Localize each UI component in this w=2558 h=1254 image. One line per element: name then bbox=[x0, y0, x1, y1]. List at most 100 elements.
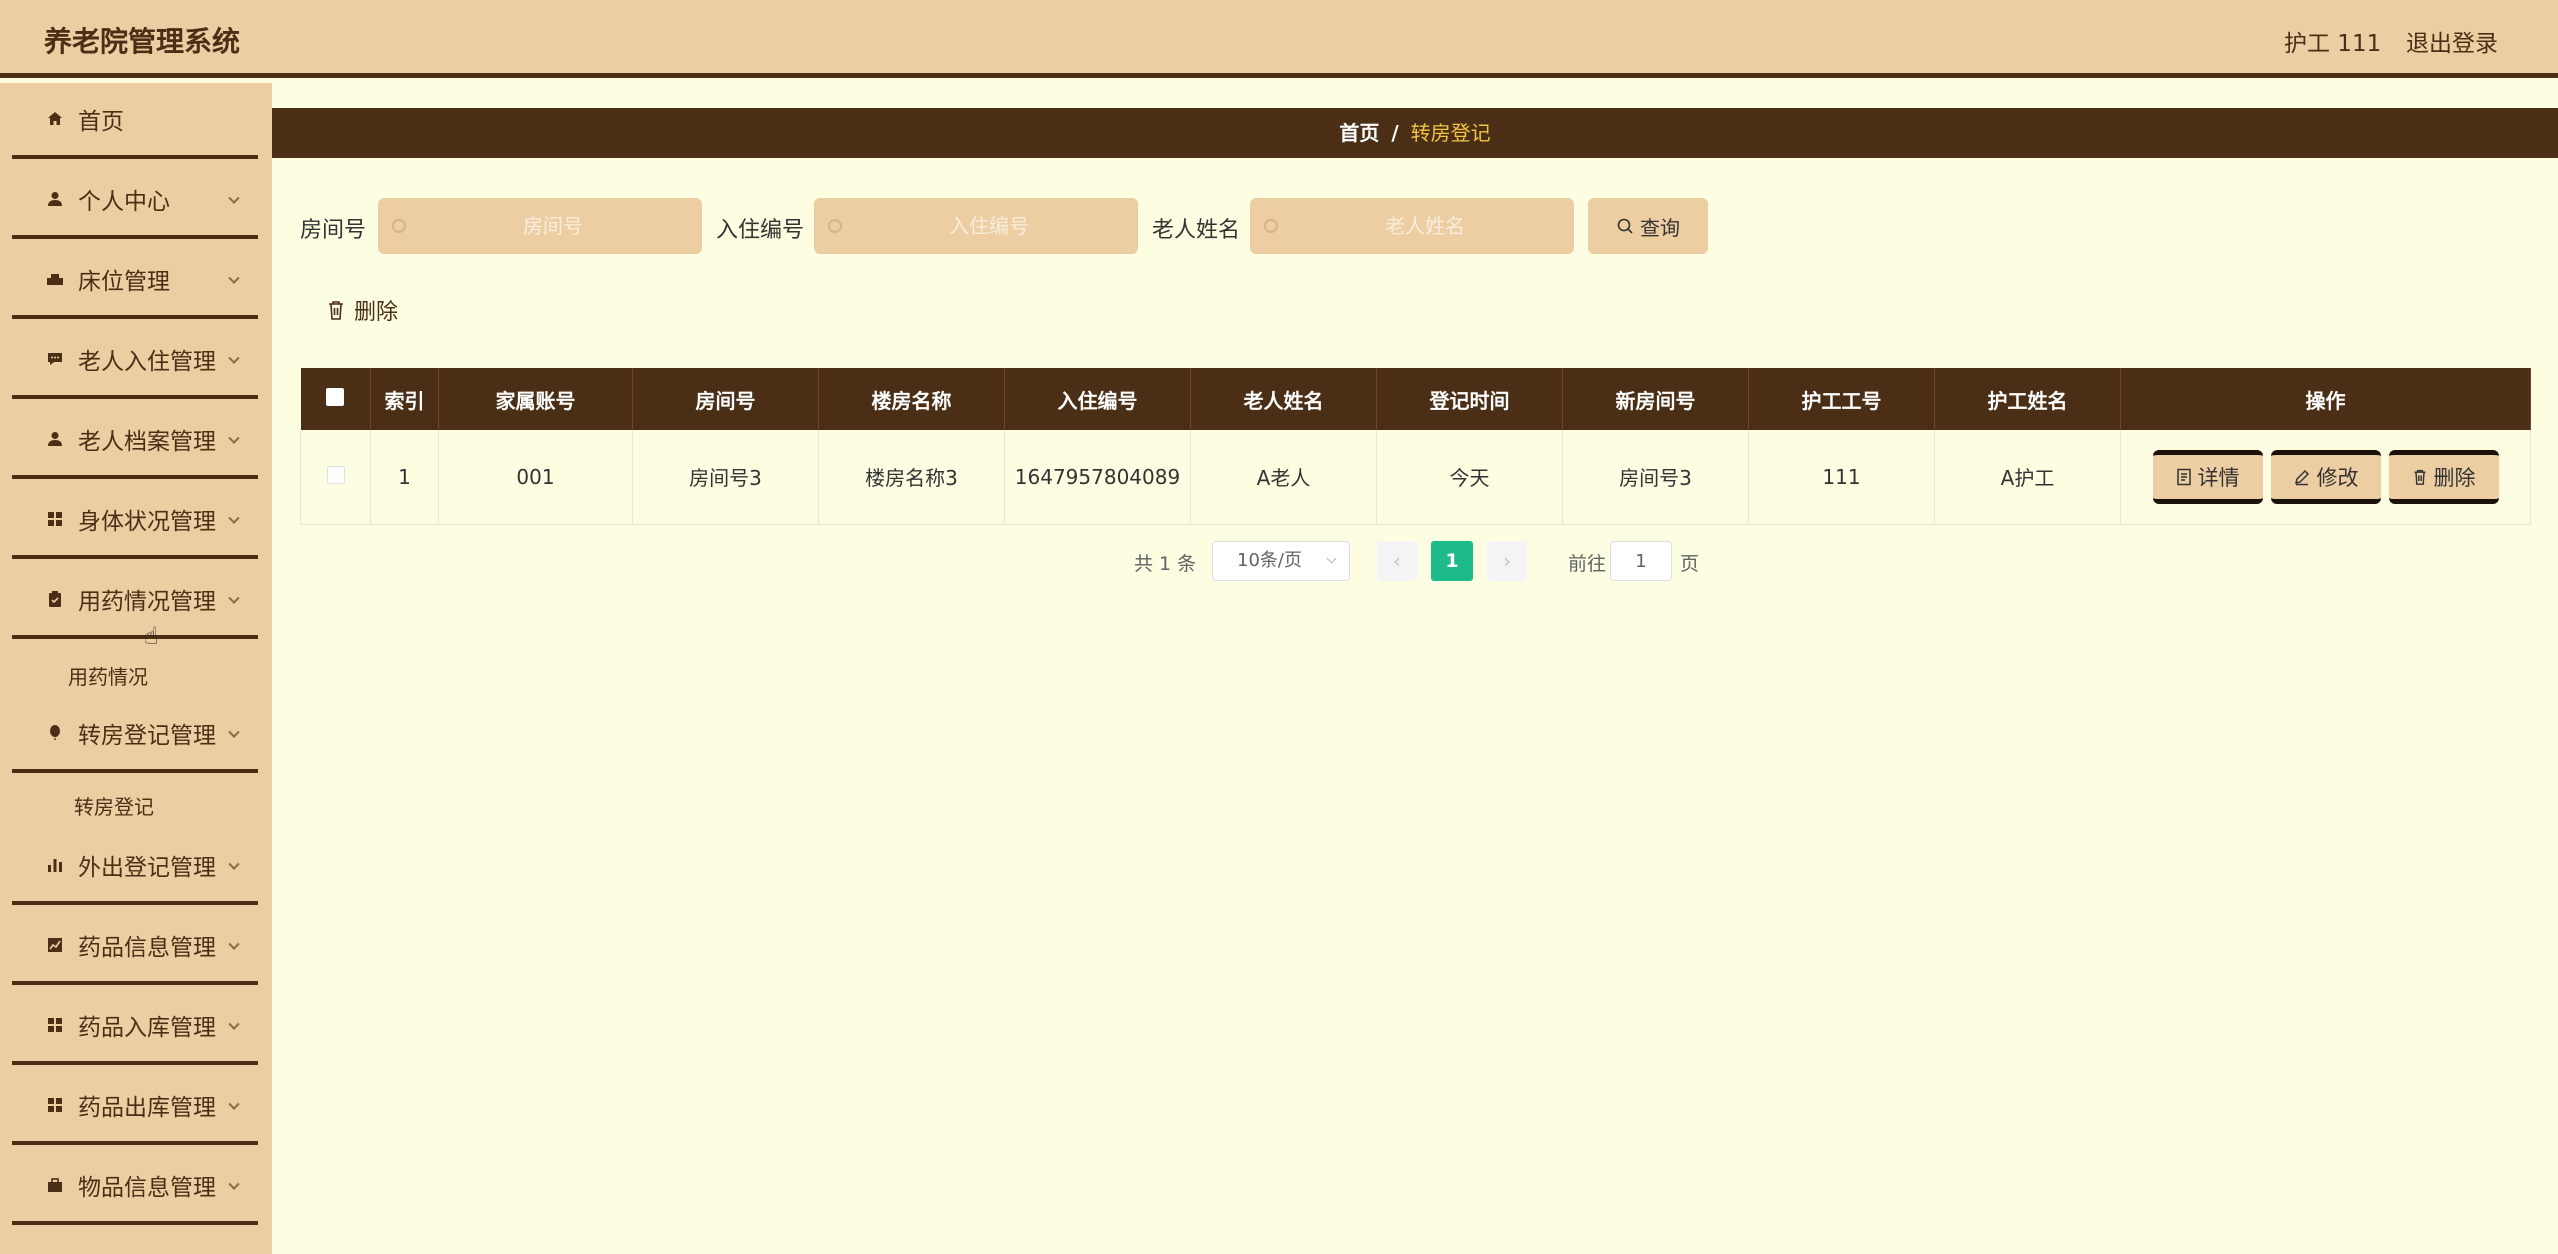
column-header: 护工姓名 bbox=[1934, 368, 2121, 430]
sidebar-item-label: 外出登记管理 bbox=[78, 855, 216, 881]
detail-button[interactable]: 详情 bbox=[2152, 449, 2263, 504]
sidebar-item-label: 转房登记管理 bbox=[78, 723, 216, 749]
column-header: 老人姓名 bbox=[1190, 368, 1377, 430]
query-button-label: 查询 bbox=[1640, 215, 1680, 240]
sidebar-item-room-transfer-management[interactable]: 转房登记管理 bbox=[12, 697, 258, 773]
chat-icon bbox=[46, 350, 64, 368]
submenu-item-medication[interactable]: 用药情况 bbox=[68, 661, 148, 690]
submenu-item-room-transfer[interactable]: 转房登记 bbox=[74, 791, 154, 820]
chevron-down-icon bbox=[228, 938, 240, 950]
page-number-current[interactable]: 1 bbox=[1431, 541, 1473, 581]
sidebar-item-label: 用药情况管理 bbox=[78, 589, 216, 615]
delete-button[interactable]: 删除 bbox=[2388, 449, 2499, 504]
sidebar-item-goods-info[interactable]: 物品信息管理 bbox=[12, 1149, 258, 1225]
breadcrumb-home[interactable]: 首页 bbox=[1339, 121, 1379, 145]
chevron-down-icon bbox=[228, 1018, 240, 1030]
chevron-down-icon bbox=[228, 272, 240, 284]
logout-link[interactable]: 退出登录 bbox=[2406, 24, 2498, 58]
chevron-down-icon bbox=[228, 1098, 240, 1110]
home-icon bbox=[46, 110, 64, 128]
room-transfer-table: 索引 家属账号 房间号 楼房名称 入住编号 老人姓名 登记时间 新房间号 护工工… bbox=[300, 368, 2531, 525]
column-header: 入住编号 bbox=[1004, 368, 1191, 430]
sidebar-item-drug-info[interactable]: 药品信息管理 bbox=[12, 909, 258, 985]
delete-button-label: 删除 bbox=[2433, 465, 2476, 490]
bar-chart-icon bbox=[46, 856, 64, 874]
sidebar-item-medication-management[interactable]: 用药情况管理 bbox=[12, 563, 258, 639]
top-header: 养老院管理系统 护工 111 退出登录 bbox=[0, 0, 2558, 78]
room-number-input[interactable] bbox=[418, 198, 688, 254]
breadcrumb-current: 转房登记 bbox=[1410, 121, 1491, 145]
cell-room: 房间号3 bbox=[632, 430, 819, 525]
edit-button[interactable]: 修改 bbox=[2270, 449, 2381, 504]
goto-prefix: 前往 bbox=[1568, 553, 1607, 575]
clipboard-icon bbox=[46, 590, 64, 608]
line-chart-icon bbox=[46, 936, 64, 954]
sidebar-item-label: 身体状况管理 bbox=[78, 509, 216, 535]
next-page-button[interactable]: › bbox=[1487, 541, 1527, 581]
cell-index: 1 bbox=[370, 430, 439, 525]
cell-new-room: 房间号3 bbox=[1562, 430, 1749, 525]
batch-delete-label: 删除 bbox=[354, 300, 399, 325]
checkin-number-input[interactable] bbox=[854, 198, 1124, 254]
cell-checkin-number: 1647957804089 bbox=[1004, 430, 1191, 525]
column-header: 新房间号 bbox=[1562, 368, 1749, 430]
goto-page-input[interactable] bbox=[1610, 541, 1672, 581]
grid-icon bbox=[46, 510, 64, 528]
elder-name-input[interactable] bbox=[1290, 198, 1560, 254]
page-size-value: 10条/页 bbox=[1237, 550, 1302, 571]
sidebar-item-drug-inbound[interactable]: 药品入库管理 bbox=[12, 989, 258, 1065]
checkin-number-label: 入住编号 bbox=[716, 218, 805, 243]
page-size-select[interactable]: 10条/页 bbox=[1212, 541, 1350, 581]
app-title: 养老院管理系统 bbox=[44, 25, 241, 58]
cell-nurse-id: 111 bbox=[1748, 430, 1935, 525]
breadcrumb: 首页 / 转房登记 bbox=[272, 108, 2558, 158]
breadcrumb-separator: / bbox=[1391, 121, 1399, 145]
detail-button-label: 详情 bbox=[2197, 465, 2240, 490]
cell-elder-name: A老人 bbox=[1190, 430, 1377, 525]
sidebar-item-bed-management[interactable]: 床位管理 bbox=[12, 243, 258, 319]
mouse-pointer-icon: ☝ bbox=[144, 622, 159, 650]
sidebar-item-health-status[interactable]: 身体状况管理 bbox=[12, 483, 258, 559]
bed-icon bbox=[46, 270, 64, 288]
chevron-down-icon bbox=[228, 858, 240, 870]
cell-family-account: 001 bbox=[438, 430, 633, 525]
user-icon bbox=[46, 190, 64, 208]
edit-button-label: 修改 bbox=[2316, 465, 2359, 490]
sidebar-item-label: 药品信息管理 bbox=[78, 935, 216, 961]
sidebar-item-drug-outbound[interactable]: 药品出库管理 bbox=[12, 1069, 258, 1145]
balloon-icon bbox=[46, 724, 64, 742]
grid-icon bbox=[46, 1096, 64, 1114]
sidebar-item-label: 药品入库管理 bbox=[78, 1015, 216, 1041]
select-all-cell bbox=[300, 368, 371, 430]
column-header: 索引 bbox=[370, 368, 439, 430]
cell-actions: 详情 修改 删除 bbox=[2120, 430, 2531, 525]
batch-delete-button[interactable]: 删除 bbox=[326, 294, 398, 326]
chevron-down-icon bbox=[228, 192, 240, 204]
query-button[interactable]: 查询 bbox=[1588, 198, 1708, 254]
sidebar-item-label: 药品出库管理 bbox=[78, 1095, 216, 1121]
row-checkbox[interactable] bbox=[326, 465, 345, 484]
chevron-down-icon bbox=[228, 1178, 240, 1190]
sidebar-item-outing-management[interactable]: 外出登记管理 bbox=[12, 829, 258, 905]
chevron-down-icon bbox=[228, 352, 240, 364]
sidebar-item-elder-archive[interactable]: 老人档案管理 bbox=[12, 403, 258, 479]
table-header-row: 索引 家属账号 房间号 楼房名称 入住编号 老人姓名 登记时间 新房间号 护工工… bbox=[300, 368, 2531, 430]
goto-suffix: 页 bbox=[1680, 553, 1700, 575]
sidebar-item-personal-center[interactable]: 个人中心 bbox=[12, 163, 258, 239]
search-icon bbox=[1617, 218, 1633, 234]
column-header: 房间号 bbox=[632, 368, 819, 430]
checkin-number-field bbox=[814, 198, 1138, 254]
trash-icon bbox=[2413, 469, 2426, 485]
current-user: 护工 111 bbox=[2284, 31, 2382, 57]
briefcase-icon bbox=[46, 1176, 64, 1194]
prev-page-button[interactable]: ‹ bbox=[1377, 541, 1417, 581]
elder-name-field bbox=[1250, 198, 1574, 254]
grid-icon bbox=[46, 1016, 64, 1034]
chevron-down-icon bbox=[1326, 553, 1337, 564]
sidebar-item-home[interactable]: 首页 bbox=[12, 83, 258, 159]
sidebar-item-label: 首页 bbox=[78, 109, 124, 135]
column-header: 家属账号 bbox=[438, 368, 633, 430]
select-all-checkbox[interactable] bbox=[326, 388, 345, 406]
sidebar-item-checkin-management[interactable]: 老人入住管理 bbox=[12, 323, 258, 399]
pagination-total: 共 1 条 bbox=[1134, 553, 1197, 575]
